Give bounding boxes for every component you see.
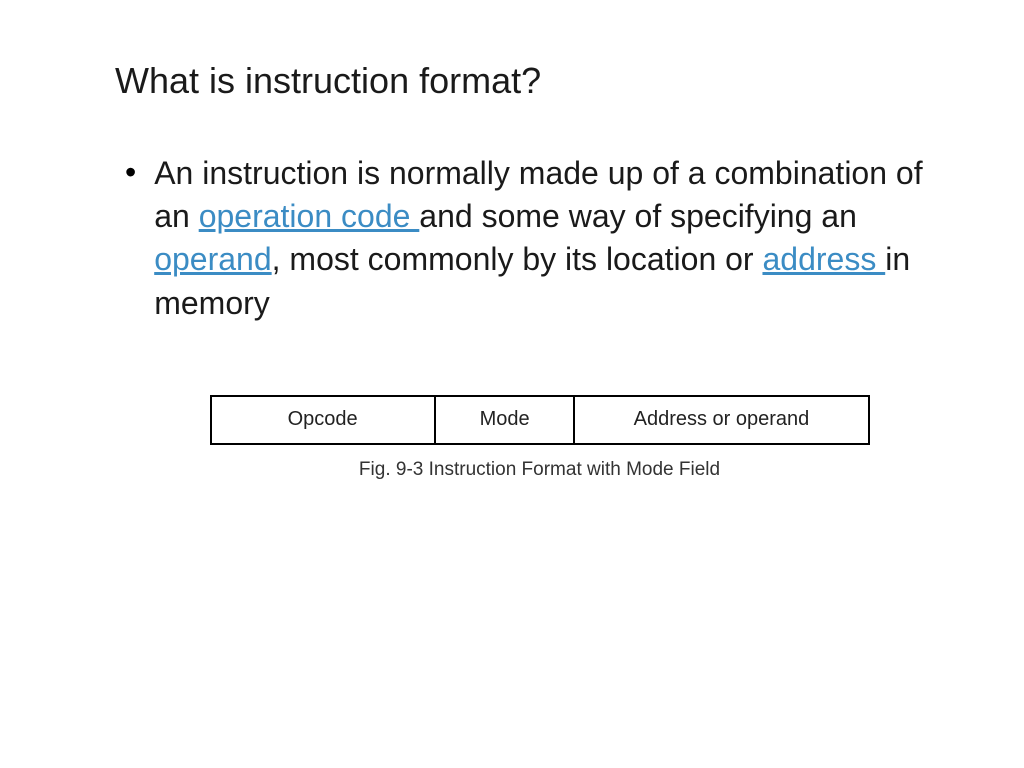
bullet-item: • An instruction is normally made up of … [125, 152, 924, 325]
link-address[interactable]: address [762, 241, 885, 277]
cell-address: Address or operand [574, 396, 868, 444]
slide-title: What is instruction format? [115, 60, 924, 102]
cell-mode: Mode [435, 396, 575, 444]
link-operation-code[interactable]: operation code [199, 198, 420, 234]
figure-caption: Fig. 9-3 Instruction Format with Mode Fi… [175, 459, 904, 481]
cell-opcode: Opcode [211, 396, 435, 444]
figure-container: Opcode Mode Address or operand Fig. 9-3 … [175, 395, 904, 481]
bullet-marker: • [125, 154, 136, 191]
body-paragraph: An instruction is normally made up of a … [154, 152, 924, 325]
body-text-3: , most commonly by its location or [272, 241, 763, 277]
link-operand[interactable]: operand [154, 241, 271, 277]
body-text-2: and some way of specifying an [419, 198, 857, 234]
table-row: Opcode Mode Address or operand [211, 396, 869, 444]
instruction-format-table: Opcode Mode Address or operand [210, 395, 870, 445]
